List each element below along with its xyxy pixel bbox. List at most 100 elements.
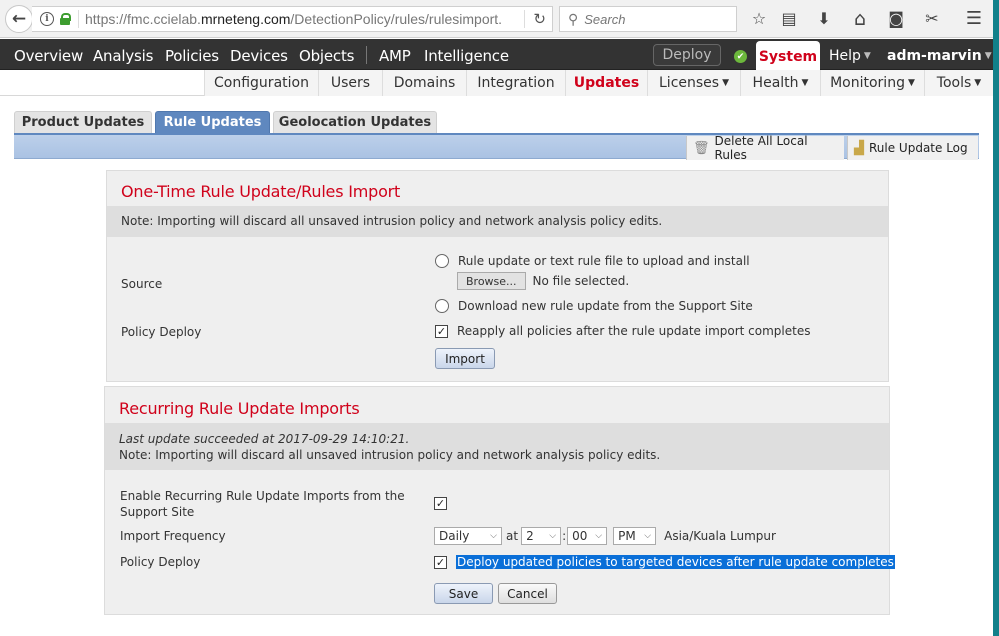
user-name: adm-marvin	[887, 48, 982, 64]
back-button[interactable]: ←	[5, 5, 33, 33]
deploy-updated-option[interactable]: ✓ Deploy updated policies to targeted de…	[434, 555, 895, 569]
at-label: at	[506, 529, 519, 543]
subnav-licenses[interactable]: Licenses ▼	[647, 70, 740, 96]
enable-recurring-checkbox[interactable]: ✓	[434, 497, 447, 510]
menu-icon[interactable]: ☰	[963, 9, 985, 29]
subnav-integration[interactable]: Integration	[466, 70, 565, 96]
system-subnav: Configuration Users Domains Integration …	[0, 70, 993, 96]
deploy-button[interactable]: Deploy	[653, 44, 721, 66]
subnav-monitoring[interactable]: Monitoring ▼	[820, 70, 924, 96]
rule-update-log-button[interactable]: ▟ Rule Update Log	[847, 136, 978, 160]
nav-objects[interactable]: Objects	[299, 47, 354, 65]
tab-product-updates[interactable]: Product Updates	[14, 111, 152, 133]
nav-amp[interactable]: AMP	[379, 47, 411, 65]
chevron-down-icon: ▼	[984, 51, 992, 61]
nav-divider	[366, 46, 367, 64]
reapply-checkbox[interactable]: ✓	[435, 324, 448, 338]
ampm-select[interactable]: PM ⌵	[613, 527, 657, 545]
time-colon: :	[562, 529, 567, 543]
nav-system[interactable]: System	[756, 41, 820, 71]
url-text[interactable]: https://fmc.ccielab.mrneteng.com/Detecti…	[85, 11, 525, 27]
subnav-health[interactable]: Health ▼	[740, 70, 820, 96]
delete-all-local-rules-label: Delete All Local Rules	[714, 134, 808, 162]
frequency-value: Daily	[439, 529, 470, 543]
hour-select[interactable]: 2 ⌵	[521, 527, 562, 545]
browser-search-input[interactable]: ⚲ Search	[559, 6, 737, 32]
rule-update-log-label: Rule Update Log	[869, 141, 968, 155]
recurring-note: Note: Importing will discard all unsaved…	[119, 448, 661, 462]
ampm-value: PM	[618, 529, 636, 543]
help-label: Help	[829, 48, 861, 64]
monitoring-label: Monitoring	[830, 75, 905, 91]
enable-label-line1: Enable Recurring Rule Update Imports fro…	[120, 489, 405, 503]
pocket-icon[interactable]: ◙	[885, 9, 907, 29]
chevron-down-icon: ⌵	[490, 531, 497, 541]
minute-value: 00	[572, 529, 588, 543]
recurring-import-panel: Recurring Rule Update Imports Last updat…	[104, 386, 895, 615]
import-button[interactable]: Import	[435, 348, 495, 369]
nav-intelligence[interactable]: Intelligence	[424, 47, 509, 65]
subnav-updates[interactable]: Updates	[565, 70, 647, 96]
subnav-users[interactable]: Users	[318, 70, 382, 96]
health-label: Health	[752, 75, 799, 91]
frequency-select[interactable]: Daily ⌵	[434, 527, 502, 545]
subnav-tools[interactable]: Tools ▼	[924, 70, 993, 96]
download-radio[interactable]	[435, 299, 449, 313]
address-bar[interactable]: i https://fmc.ccielab.mrneteng.com/Detec…	[32, 6, 553, 32]
url-domain: mrneteng.com	[200, 11, 291, 27]
enable-recurring-option[interactable]: ✓	[434, 497, 456, 510]
source-upload-option[interactable]: Rule update or text rule file to upload …	[435, 254, 750, 268]
extension-icon[interactable]: ✂	[921, 9, 943, 29]
user-menu[interactable]: adm-marvin ▼	[887, 48, 992, 64]
reapply-option[interactable]: ✓ Reapply all policies after the rule up…	[435, 324, 810, 338]
nav-overview[interactable]: Overview	[14, 47, 83, 65]
url-path: /DetectionPolicy/rules/rulesimport.	[290, 11, 503, 27]
nav-devices[interactable]: Devices	[230, 47, 288, 65]
save-button[interactable]: Save	[434, 583, 493, 604]
one-time-title: One-Time Rule Update/Rules Import	[121, 182, 401, 201]
delete-all-local-rules-button[interactable]: 🗑 Delete All Local Rules	[686, 134, 844, 162]
nav-analysis[interactable]: Analysis	[93, 47, 153, 65]
subnav-configuration[interactable]: Configuration	[204, 70, 318, 96]
reapply-label: Reapply all policies after the rule upda…	[457, 324, 811, 338]
deploy-updated-checkbox[interactable]: ✓	[434, 555, 447, 569]
health-status-ok-icon[interactable]: ✔	[734, 50, 747, 63]
browse-button[interactable]: Browse...	[457, 272, 526, 290]
last-update-status: Last update succeeded at 2017-09-29 14:1…	[119, 432, 410, 446]
one-time-import-panel: One-Time Rule Update/Rules Import Note: …	[106, 170, 889, 382]
site-info-icon[interactable]: i	[40, 12, 54, 26]
lock-icon	[60, 13, 71, 25]
search-icon: ⚲	[568, 10, 579, 27]
tab-geolocation-updates[interactable]: Geolocation Updates	[273, 111, 437, 133]
nav-policies[interactable]: Policies	[165, 47, 219, 65]
licenses-label: Licenses	[659, 75, 720, 91]
tab-rule-updates[interactable]: Rule Updates	[155, 111, 270, 133]
schedule-controls: Daily ⌵ at 2 ⌵ : 00 ⌵ PM ⌵ Asia/Kuala Lumpur	[434, 527, 776, 545]
enable-label-line2: Support Site	[120, 505, 195, 519]
reader-list-icon[interactable]: ▤	[778, 9, 800, 29]
chevron-down-icon: ▼	[801, 78, 809, 88]
main-nav: Overview Analysis Policies Devices Objec…	[0, 39, 993, 71]
deploy-updated-label: Deploy updated policies to targeted devi…	[456, 555, 895, 569]
one-time-note: Note: Importing will discard all unsaved…	[107, 206, 888, 237]
file-picker[interactable]: Browse... No file selected.	[457, 272, 629, 290]
window-edge	[993, 0, 999, 636]
log-icon: ▟	[854, 140, 864, 156]
subnav-domains[interactable]: Domains	[382, 70, 466, 96]
upload-radio[interactable]	[435, 254, 449, 268]
minute-select[interactable]: 00 ⌵	[567, 527, 608, 545]
source-download-option[interactable]: Download new rule update from the Suppor…	[435, 299, 753, 313]
timezone-label: Asia/Kuala Lumpur	[664, 529, 776, 543]
chevron-down-icon: ▼	[722, 78, 729, 88]
reload-icon[interactable]: ↻	[524, 10, 546, 28]
chevron-down-icon: ⌵	[644, 531, 652, 541]
chevron-down-icon: ▼	[907, 78, 915, 88]
bookmark-star-icon[interactable]: ☆	[748, 9, 770, 29]
home-icon[interactable]: ⌂	[849, 9, 871, 29]
nav-help[interactable]: Help ▼	[829, 48, 871, 64]
chevron-down-icon: ▼	[974, 78, 982, 88]
upload-option-label: Rule update or text rule file to upload …	[458, 254, 750, 268]
cancel-button[interactable]: Cancel	[498, 583, 557, 604]
download-icon[interactable]: ⬇	[813, 9, 835, 29]
no-file-label: No file selected.	[532, 274, 630, 288]
